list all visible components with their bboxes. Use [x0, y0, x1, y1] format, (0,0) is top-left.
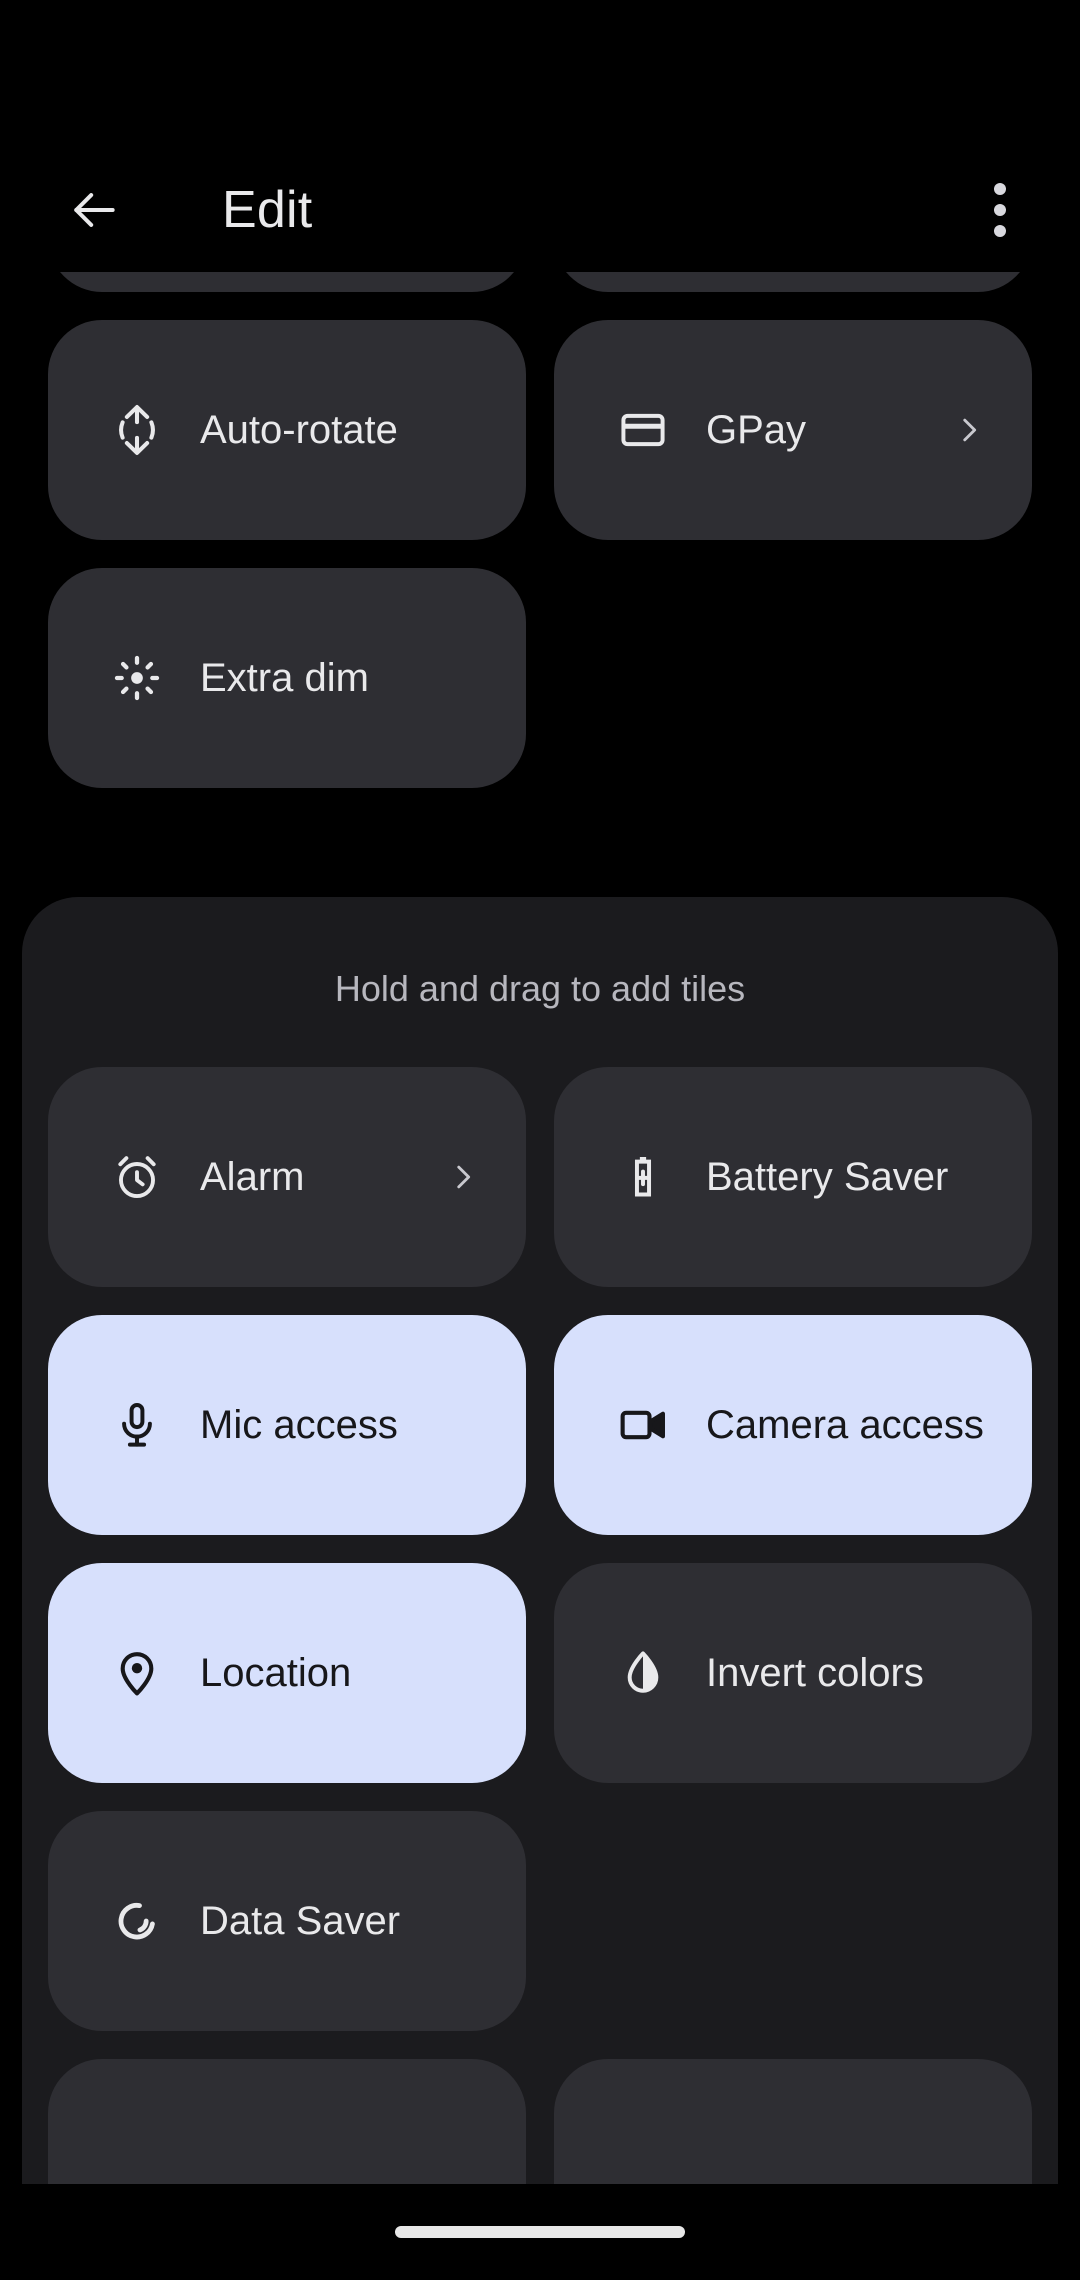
- navigation-bar: [0, 2184, 1080, 2280]
- overflow-menu-button[interactable]: [962, 170, 1038, 250]
- location-pin-icon: [110, 1646, 164, 1700]
- tile-label: Invert colors: [706, 1651, 924, 1695]
- tile-label: GPay: [706, 408, 807, 452]
- data-saver-icon: [110, 1894, 164, 1948]
- app-bar: Edit: [0, 0, 1080, 272]
- videocam-icon: [616, 1398, 670, 1452]
- available-tile-row: Data Saver: [22, 1811, 1058, 2031]
- tile-battery-saver[interactable]: Battery Saver: [554, 1067, 1032, 1287]
- available-tile-row: Location Invert colors: [22, 1563, 1058, 1783]
- tile-label: Camera access: [706, 1403, 984, 1447]
- invert-colors-icon: [616, 1646, 670, 1700]
- tile-label: Extra dim: [200, 656, 369, 700]
- add-tiles-panel: Hold and drag to add tiles Alarm Battery…: [22, 897, 1058, 2280]
- tile-placeholder: [554, 1811, 1032, 2031]
- more-vert-icon-dot: [994, 204, 1006, 216]
- tile-label: Data Saver: [200, 1899, 401, 1943]
- tile-extra-dim[interactable]: Extra dim: [48, 568, 526, 788]
- current-tile-row: Auto-rotate GPay: [0, 320, 1080, 540]
- chevron-right-icon: [952, 413, 986, 447]
- tile-gpay[interactable]: GPay: [554, 320, 1032, 540]
- tile-label: Alarm: [200, 1155, 305, 1199]
- tile-mic-access[interactable]: Mic access: [48, 1315, 526, 1535]
- available-tiles-grid: Alarm Battery Saver Mic access Camera ac…: [22, 1067, 1058, 2209]
- available-tile-row: Alarm Battery Saver: [22, 1067, 1058, 1287]
- more-vert-icon-dot: [994, 225, 1006, 237]
- add-tiles-instruction: Hold and drag to add tiles: [334, 968, 746, 1009]
- tile-label: Mic access: [200, 1403, 398, 1447]
- credit-card-icon: [616, 403, 670, 457]
- battery-saver-icon: [616, 1150, 670, 1204]
- alarm-icon: [110, 1150, 164, 1204]
- edit-quick-settings-scroll[interactable]: Auto-rotate GPay Extra dim Hold and drag…: [0, 0, 1080, 2280]
- tile-alarm[interactable]: Alarm: [48, 1067, 526, 1287]
- tile-invert-colors[interactable]: Invert colors: [554, 1563, 1032, 1783]
- tile-label: Battery Saver: [706, 1155, 949, 1199]
- available-tile-row: Mic access Camera access: [22, 1315, 1058, 1535]
- tile-auto-rotate[interactable]: Auto-rotate: [48, 320, 526, 540]
- tile-placeholder: [554, 568, 1032, 788]
- home-gesture-pill[interactable]: [395, 2226, 685, 2238]
- current-tile-row: Extra dim: [0, 568, 1080, 788]
- tile-label: Location: [200, 1651, 352, 1695]
- tile-location[interactable]: Location: [48, 1563, 526, 1783]
- brightness-low-icon: [110, 651, 164, 705]
- back-button[interactable]: [56, 172, 132, 248]
- auto-rotate-icon: [110, 403, 164, 457]
- tile-camera-access[interactable]: Camera access: [554, 1315, 1032, 1535]
- more-vert-icon-dot: [994, 183, 1006, 195]
- current-tiles-grid: Auto-rotate GPay Extra dim: [0, 232, 1080, 816]
- tile-data-saver[interactable]: Data Saver: [48, 1811, 526, 2031]
- arrow-back-icon: [66, 182, 122, 238]
- page-title: Edit: [222, 181, 313, 239]
- chevron-right-icon: [446, 1160, 480, 1194]
- tile-label: Auto-rotate: [200, 408, 398, 452]
- mic-icon: [110, 1398, 164, 1452]
